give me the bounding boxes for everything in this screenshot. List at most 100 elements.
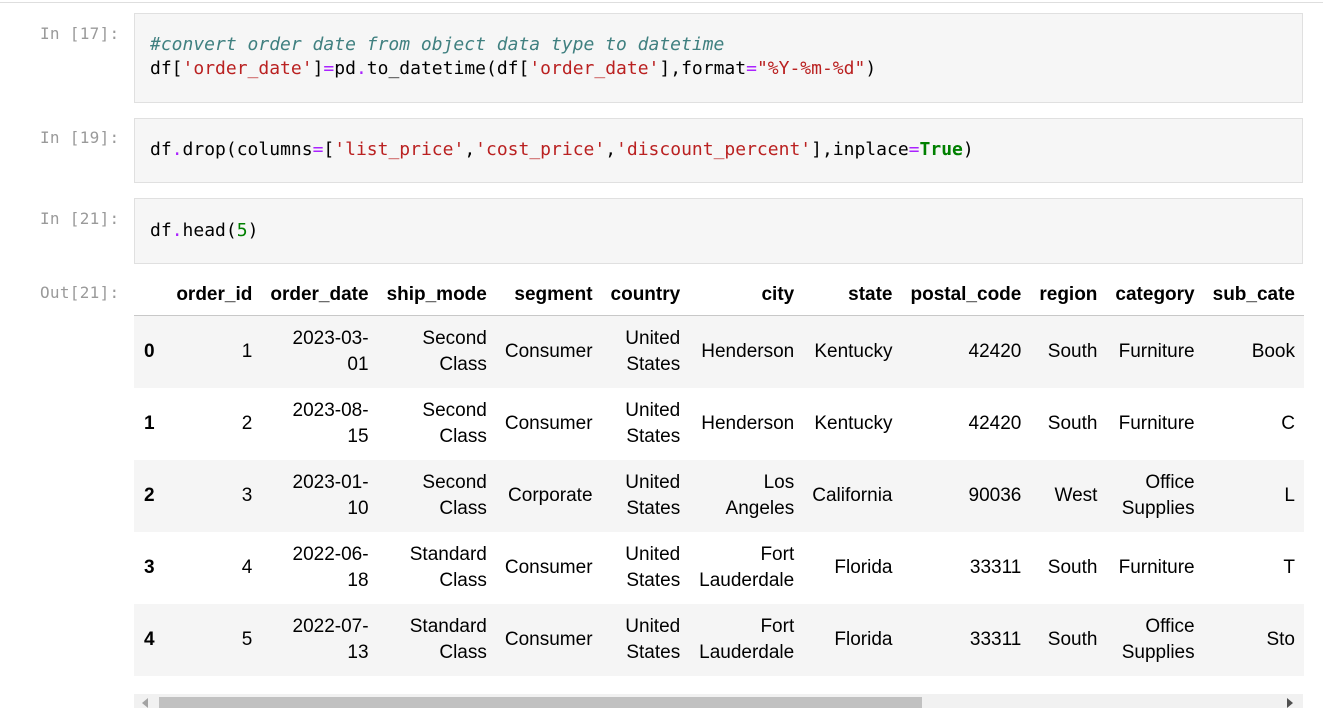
code-token: df[ bbox=[150, 58, 183, 79]
cell-line: Furniture bbox=[1118, 412, 1195, 434]
scroll-left-arrow-icon[interactable] bbox=[142, 698, 148, 708]
table-cell: 42420 bbox=[968, 340, 1022, 362]
table-cell: T bbox=[1283, 556, 1295, 578]
code-operator: . bbox=[171, 139, 183, 160]
cell-line: United bbox=[625, 471, 681, 493]
table-cell: Fort Lauderdale bbox=[689, 604, 803, 676]
horizontal-scrollbar[interactable] bbox=[134, 694, 1303, 708]
code-comment-line: #convert order date from object data typ… bbox=[150, 34, 724, 55]
table-cell: Consumer bbox=[504, 628, 593, 650]
column-header: ship_mode bbox=[377, 275, 496, 316]
cell-line: United bbox=[625, 327, 681, 349]
cell-prompt-19: In [19]: bbox=[40, 128, 120, 147]
cell-line: Furniture bbox=[1118, 340, 1195, 362]
code-line-drop: df.drop(columns=['list_price','cost_pric… bbox=[150, 139, 974, 160]
cell-line: Office bbox=[1145, 471, 1195, 493]
row-index: 3 bbox=[144, 556, 155, 578]
table-cell: 33311 bbox=[969, 556, 1022, 578]
column-header: segment bbox=[495, 275, 602, 316]
cell-line: Class bbox=[439, 569, 487, 591]
table-cell: Second Class bbox=[378, 316, 496, 388]
table-row: 4 5 2022-07- 13 Standard Class Consumer United S… bbox=[134, 603, 1304, 676]
cell-line: 10 bbox=[347, 497, 369, 519]
cell-line: United bbox=[625, 399, 681, 421]
code-operator: = bbox=[908, 139, 920, 160]
column-header: category bbox=[1106, 275, 1204, 316]
notebook-top-divider bbox=[0, 2, 1323, 3]
cell-line: 13 bbox=[347, 641, 369, 663]
code-token: head( bbox=[182, 220, 237, 241]
column-header: sub_cate bbox=[1203, 275, 1304, 316]
cell-line: Standard bbox=[409, 543, 487, 565]
row-index: 4 bbox=[144, 628, 155, 650]
cell-line: Fort bbox=[760, 543, 795, 565]
code-operator: = bbox=[312, 139, 324, 160]
table-cell: California bbox=[812, 484, 893, 506]
code-string: 'cost_price' bbox=[475, 139, 606, 160]
table-cell: United States bbox=[602, 316, 690, 388]
table-cell: 2022-07- 13 bbox=[261, 604, 377, 676]
column-header: state bbox=[803, 275, 902, 316]
row-index: 1 bbox=[144, 412, 155, 434]
code-token: drop(columns bbox=[182, 139, 313, 160]
table-cell: South bbox=[1047, 556, 1098, 578]
scroll-right-arrow-icon[interactable] bbox=[1287, 698, 1293, 708]
cell-line: States bbox=[626, 353, 681, 375]
table-cell: Corporate bbox=[508, 484, 593, 506]
dataframe-table: order_id order_date ship_mode segment co… bbox=[134, 275, 1304, 676]
code-token: pd bbox=[334, 58, 356, 79]
table-cell: Standard Class bbox=[378, 532, 496, 604]
table-cell: Florida bbox=[834, 628, 893, 650]
scrollbar-thumb[interactable] bbox=[159, 697, 922, 708]
cell-line: United bbox=[625, 615, 681, 637]
table-cell: Consumer bbox=[504, 340, 593, 362]
table-cell: United States bbox=[602, 388, 690, 460]
cell-line: Class bbox=[439, 497, 487, 519]
table-row: 3 4 2022-06- 18 Standard Class Consumer United S… bbox=[134, 532, 1304, 604]
table-cell: South bbox=[1047, 412, 1098, 434]
table-cell: Office Supplies bbox=[1106, 460, 1203, 532]
cell-line: 2023-03- bbox=[292, 327, 369, 349]
cell-line: Henderson bbox=[701, 340, 795, 362]
code-string: "%Y-%m-%d" bbox=[756, 58, 866, 79]
code-token: ],inplace bbox=[811, 139, 909, 160]
cell-line: States bbox=[626, 641, 681, 663]
table-cell: 42420 bbox=[968, 412, 1022, 434]
code-cell-17[interactable]: #convert order date from object data typ… bbox=[134, 13, 1303, 103]
code-token: ) bbox=[865, 58, 877, 79]
code-operator: . bbox=[171, 220, 183, 241]
table-cell: 1 bbox=[241, 340, 253, 362]
table-cell: Furniture bbox=[1106, 388, 1203, 460]
cell-line: 18 bbox=[347, 569, 369, 591]
table-cell: United States bbox=[602, 532, 690, 604]
code-token: ] bbox=[312, 58, 324, 79]
table-row: 2 3 2023-01- 10 Second Class Corporate United St… bbox=[134, 459, 1304, 532]
code-line-convert: df['order_date']=pd.to_datetime(df['orde… bbox=[150, 58, 876, 79]
cell-line: Standard bbox=[409, 615, 487, 637]
table-cell: Fort Lauderdale bbox=[689, 532, 803, 604]
code-string: 'order_date' bbox=[529, 58, 660, 79]
column-header: region bbox=[1030, 275, 1107, 316]
cell-line: Fort bbox=[760, 615, 795, 637]
code-cell-21[interactable]: df.head(5) bbox=[134, 198, 1303, 264]
code-cell-19[interactable]: df.drop(columns=['list_price','cost_pric… bbox=[134, 118, 1303, 183]
table-cell: Second Class bbox=[378, 388, 496, 460]
cell-line: Supplies bbox=[1121, 497, 1195, 519]
row-index: 0 bbox=[144, 340, 155, 362]
table-cell: 2023-08- 15 bbox=[261, 388, 377, 460]
code-token: , bbox=[605, 139, 617, 160]
table-cell: 2023-03- 01 bbox=[261, 316, 377, 388]
row-index: 2 bbox=[144, 484, 155, 506]
table-cell: United States bbox=[602, 604, 690, 676]
code-token: df bbox=[150, 220, 172, 241]
table-cell: Henderson bbox=[689, 316, 803, 388]
table-cell: United States bbox=[602, 460, 690, 532]
cell-line: Lauderdale bbox=[699, 569, 795, 591]
cell-line: States bbox=[626, 497, 681, 519]
table-cell: South bbox=[1047, 340, 1098, 362]
cell-line: 2022-06- bbox=[292, 543, 369, 565]
cell-line: States bbox=[626, 569, 681, 591]
table-cell: Kentucky bbox=[814, 412, 893, 434]
cell-line: Class bbox=[439, 425, 487, 447]
table-cell: Henderson bbox=[689, 388, 803, 460]
